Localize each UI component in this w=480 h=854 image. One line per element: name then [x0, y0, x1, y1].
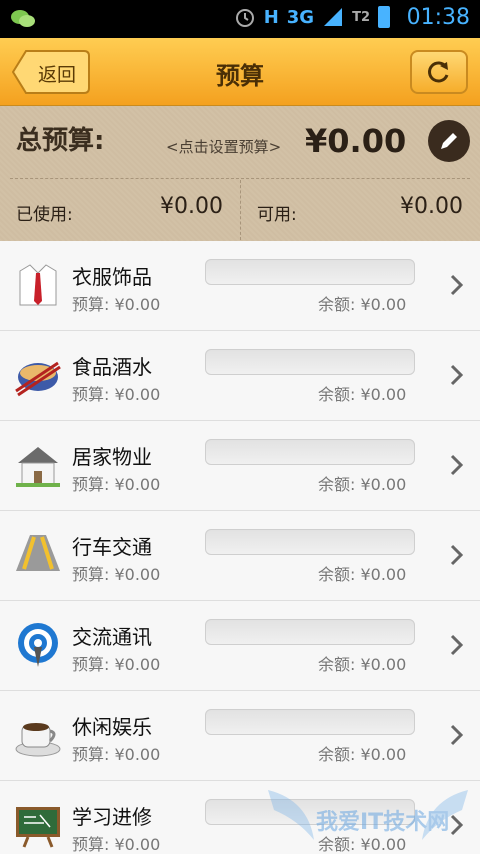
battery-icon	[378, 6, 390, 28]
available-label: 可用:	[257, 205, 297, 225]
road-icon	[16, 535, 60, 571]
chevron-right-icon	[450, 634, 464, 656]
category-remaining: 余额: ¥0.00	[318, 385, 407, 404]
used-value: ¥0.00	[160, 194, 223, 219]
category-name: 交流通讯	[72, 625, 152, 649]
category-budget: 预算: ¥0.00	[72, 655, 161, 674]
category-remaining: 余额: ¥0.00	[318, 295, 407, 314]
category-name: 衣服饰品	[72, 265, 152, 289]
category-name: 学习进修	[72, 805, 152, 829]
list-item[interactable]: 居家物业 预算: ¥0.00 余额: ¥0.00	[0, 421, 480, 511]
available-value: ¥0.00	[400, 194, 463, 219]
network-3g-label: 3G	[286, 6, 315, 28]
category-remaining: 余额: ¥0.00	[318, 655, 407, 674]
coffee-icon	[15, 723, 61, 757]
chevron-right-icon	[450, 364, 464, 386]
budget-progress-bar	[205, 709, 415, 735]
category-name: 行车交通	[72, 535, 152, 559]
clock: 01:38	[406, 5, 470, 30]
category-name: 食品酒水	[72, 355, 152, 379]
list-item[interactable]: 交流通讯 预算: ¥0.00 余额: ¥0.00	[0, 601, 480, 691]
edit-budget-button[interactable]	[428, 120, 470, 162]
food-bowl-icon	[15, 361, 61, 397]
budget-progress-bar	[205, 619, 415, 645]
signal-strength-icon	[324, 8, 343, 26]
shirt-icon	[19, 264, 57, 306]
category-remaining: 余额: ¥0.00	[318, 565, 407, 584]
budget-summary: 总预算: <点击设置预算> ¥0.00 已使用: ¥0.00 可用: ¥0.00	[0, 106, 480, 241]
header-bar: 返回 预算	[0, 38, 480, 106]
budget-progress-bar	[205, 259, 415, 285]
category-budget: 预算: ¥0.00	[72, 565, 161, 584]
watermark-text: 我爱IT技术网	[316, 810, 450, 835]
summary-divider	[10, 178, 470, 179]
pencil-icon	[441, 133, 457, 149]
alarm-icon	[235, 9, 254, 27]
category-budget: 预算: ¥0.00	[72, 295, 161, 314]
budget-progress-bar	[205, 529, 415, 555]
category-name: 休闲娱乐	[72, 715, 152, 739]
category-remaining: 余额: ¥0.00	[318, 745, 407, 764]
category-list: 衣服饰品 预算: ¥0.00 余额: ¥0.00 食品酒水 预算: ¥0.00 …	[0, 241, 480, 854]
category-budget: 预算: ¥0.00	[72, 385, 161, 404]
sim2-label: T2	[352, 9, 370, 25]
page-title: 预算	[216, 62, 264, 90]
network-h-label: H	[263, 6, 279, 28]
category-budget: 预算: ¥0.00	[72, 475, 161, 494]
category-budget: 预算: ¥0.00	[72, 745, 161, 764]
list-item[interactable]: 衣服饰品 预算: ¥0.00 余额: ¥0.00	[0, 241, 480, 331]
chevron-right-icon	[450, 724, 464, 746]
refresh-icon	[428, 61, 449, 83]
signal-icon	[18, 623, 58, 667]
chevron-right-icon	[450, 544, 464, 566]
chalkboard-icon	[16, 807, 60, 848]
summary-divider-vertical	[240, 180, 241, 240]
budget-progress-bar	[205, 349, 415, 375]
list-item[interactable]: 休闲娱乐 预算: ¥0.00 余额: ¥0.00	[0, 691, 480, 781]
category-name: 居家物业	[72, 445, 152, 469]
total-budget-value: ¥0.00	[305, 122, 407, 160]
total-budget-label: 总预算:	[16, 126, 105, 156]
list-item[interactable]: 行车交通 预算: ¥0.00 余额: ¥0.00	[0, 511, 480, 601]
refresh-button[interactable]	[410, 50, 468, 94]
used-label: 已使用:	[16, 205, 73, 225]
watermark: 我爱IT技术网	[268, 780, 468, 850]
list-item[interactable]: 食品酒水 预算: ¥0.00 余额: ¥0.00	[0, 331, 480, 421]
house-icon	[16, 447, 60, 487]
budget-progress-bar	[205, 439, 415, 465]
status-bar: H 3G T2 01:38	[0, 0, 480, 38]
chevron-right-icon	[450, 454, 464, 476]
set-budget-hint[interactable]: <点击设置预算>	[166, 136, 281, 157]
category-remaining: 余额: ¥0.00	[318, 475, 407, 494]
wechat-icon	[11, 10, 35, 27]
chevron-right-icon	[450, 274, 464, 296]
category-budget: 预算: ¥0.00	[72, 835, 161, 854]
